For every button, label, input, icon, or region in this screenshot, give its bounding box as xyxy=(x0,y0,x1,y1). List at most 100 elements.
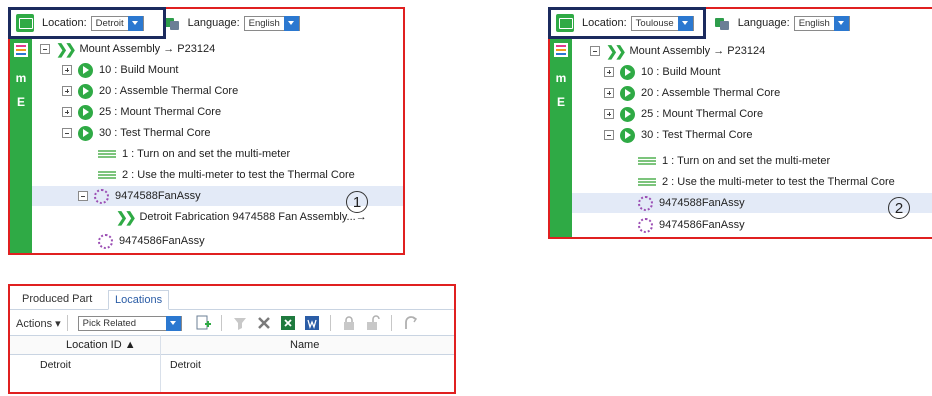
excel-export-icon[interactable] xyxy=(279,314,297,332)
tab-produced-part[interactable]: Produced Part xyxy=(16,290,98,310)
process-m-icon[interactable]: m xyxy=(14,71,28,85)
operation-play-icon xyxy=(78,83,93,99)
unlock-icon[interactable] xyxy=(364,314,382,332)
collapse-icon[interactable] xyxy=(40,44,50,54)
part-label: 9474588FanAssy xyxy=(115,190,201,202)
operation-play-icon xyxy=(78,125,93,141)
expand-icon[interactable] xyxy=(62,86,72,96)
card-view-icon[interactable] xyxy=(16,14,34,32)
language-icon xyxy=(164,15,180,31)
location-select[interactable]: Detroit xyxy=(90,15,144,31)
tree-root[interactable]: ❯❯ Mount Assembly → P23124 xyxy=(40,39,215,59)
part-label: 9474586FanAssy xyxy=(119,235,205,247)
tab-locations[interactable]: Locations xyxy=(108,290,170,310)
part-label: 9474588FanAssy xyxy=(659,197,745,209)
card-view-icon[interactable] xyxy=(556,14,574,32)
chevron-down-icon[interactable] xyxy=(127,15,143,31)
process-m-icon[interactable]: m xyxy=(554,71,568,85)
language-value: English xyxy=(248,17,280,29)
expand-icon[interactable] xyxy=(604,88,614,98)
tree-op[interactable]: 25 : Mount Thermal Core xyxy=(62,102,221,122)
chevron-down-icon[interactable] xyxy=(283,15,299,31)
toolbar-divider xyxy=(220,315,222,331)
step-icon xyxy=(638,177,656,187)
tree-part[interactable]: 9474586FanAssy xyxy=(98,231,205,251)
actions-menu[interactable]: Actions ▾ xyxy=(16,317,61,330)
clear-filter-icon[interactable] xyxy=(231,314,249,332)
delete-icon[interactable] xyxy=(255,314,273,332)
step-label: 2 : Use the multi-meter to test the Ther… xyxy=(662,176,895,188)
tree-op[interactable]: 30 : Test Thermal Core xyxy=(604,125,752,145)
tree-fabrication[interactable]: ❯❯ Detroit Fabrication 9474588 Fan Assem… xyxy=(116,207,367,227)
callout-number: 2 xyxy=(888,197,910,219)
list-view-icon[interactable] xyxy=(14,43,28,57)
step-icon xyxy=(98,170,116,180)
lock-icon[interactable] xyxy=(340,314,358,332)
list-view-icon[interactable] xyxy=(554,43,568,57)
tree-step[interactable]: 1 : Turn on and set the multi-meter xyxy=(98,144,290,164)
op-label: 30 : Test Thermal Core xyxy=(641,129,753,141)
expand-icon[interactable] xyxy=(604,67,614,77)
tree-part-selected[interactable]: 9474588FanAssy xyxy=(572,193,932,213)
tree-op[interactable]: 10 : Build Mount xyxy=(604,62,721,82)
language-label: Language: xyxy=(187,17,240,29)
chevron-down-icon[interactable] xyxy=(677,15,693,31)
collapse-icon[interactable] xyxy=(590,46,600,56)
tree-op[interactable]: 25 : Mount Thermal Core xyxy=(604,104,763,124)
collapse-icon[interactable] xyxy=(62,128,72,138)
routing-icon: ❯❯ xyxy=(56,40,77,57)
collapse-icon[interactable] xyxy=(78,191,88,201)
language-select[interactable]: English xyxy=(793,15,850,31)
tree-op[interactable]: 30 : Test Thermal Core xyxy=(62,123,210,143)
language-icon xyxy=(714,15,730,31)
panel-detroit: Location: Detroit Language: English m E … xyxy=(8,7,405,255)
chevron-down-icon[interactable] xyxy=(833,15,849,31)
tree-op[interactable]: 10 : Build Mount xyxy=(62,60,179,80)
operation-play-icon xyxy=(620,106,635,122)
part-gear-icon xyxy=(94,188,109,204)
location-value: Detroit xyxy=(95,17,124,29)
column-header-location-id[interactable]: Location ID ▲ xyxy=(66,339,136,351)
part-label: 9474586FanAssy xyxy=(659,219,745,231)
word-export-icon[interactable] xyxy=(303,314,321,332)
expand-icon[interactable] xyxy=(62,107,72,117)
tree-structure-icon[interactable]: E xyxy=(14,95,28,109)
toolbar-divider xyxy=(390,315,392,331)
location-label: Location: xyxy=(582,17,627,29)
tree-root-label: Mount Assembly → P23124 xyxy=(629,45,766,57)
part-gear-icon xyxy=(638,217,653,233)
expand-icon[interactable] xyxy=(62,65,72,75)
tree-step[interactable]: 2 : Use the multi-meter to test the Ther… xyxy=(98,165,355,185)
location-select[interactable]: Toulouse xyxy=(630,15,694,31)
expand-icon[interactable] xyxy=(604,109,614,119)
tab-bar: Produced Part Locations xyxy=(10,286,454,310)
add-record-icon[interactable] xyxy=(194,314,212,332)
collapse-icon[interactable] xyxy=(604,130,614,140)
tree-op[interactable]: 20 : Assemble Thermal Core xyxy=(604,83,780,103)
pick-related-value: Pick Related xyxy=(82,317,136,329)
tree-structure-icon[interactable]: E xyxy=(554,95,568,109)
table-row[interactable]: Detroit Detroit xyxy=(10,356,454,374)
routing-icon: ❯❯ xyxy=(606,42,627,59)
panel-toulouse: Location: Toulouse Language: English m E… xyxy=(548,7,932,239)
tree-part[interactable]: 9474586FanAssy xyxy=(638,215,745,235)
side-strip: m E xyxy=(10,37,32,253)
location-label: Location: xyxy=(42,17,87,29)
tree-step[interactable]: 1 : Turn on and set the multi-meter xyxy=(638,151,830,171)
chevron-down-icon[interactable] xyxy=(165,315,181,331)
op-label: 25 : Mount Thermal Core xyxy=(641,108,764,120)
step-label: 1 : Turn on and set the multi-meter xyxy=(662,155,831,167)
location-value: Toulouse xyxy=(635,17,674,29)
tree-op[interactable]: 20 : Assemble Thermal Core xyxy=(62,81,238,101)
op-label: 30 : Test Thermal Core xyxy=(99,127,211,139)
tree-step[interactable]: 2 : Use the multi-meter to test the Ther… xyxy=(638,172,895,192)
column-header-name[interactable]: Name xyxy=(290,339,319,351)
cell-location-id: Detroit xyxy=(40,359,71,371)
locations-grid-panel: Produced Part Locations Actions ▾ Pick R… xyxy=(8,284,456,394)
refresh-icon[interactable] xyxy=(401,314,419,332)
language-select[interactable]: English xyxy=(243,15,300,31)
callout-number: 1 xyxy=(346,191,368,213)
tree-root[interactable]: ❯❯ Mount Assembly → P23124 xyxy=(590,41,765,61)
pick-related-select[interactable]: Pick Related xyxy=(77,315,182,331)
routing-icon: ❯❯ xyxy=(116,208,137,225)
